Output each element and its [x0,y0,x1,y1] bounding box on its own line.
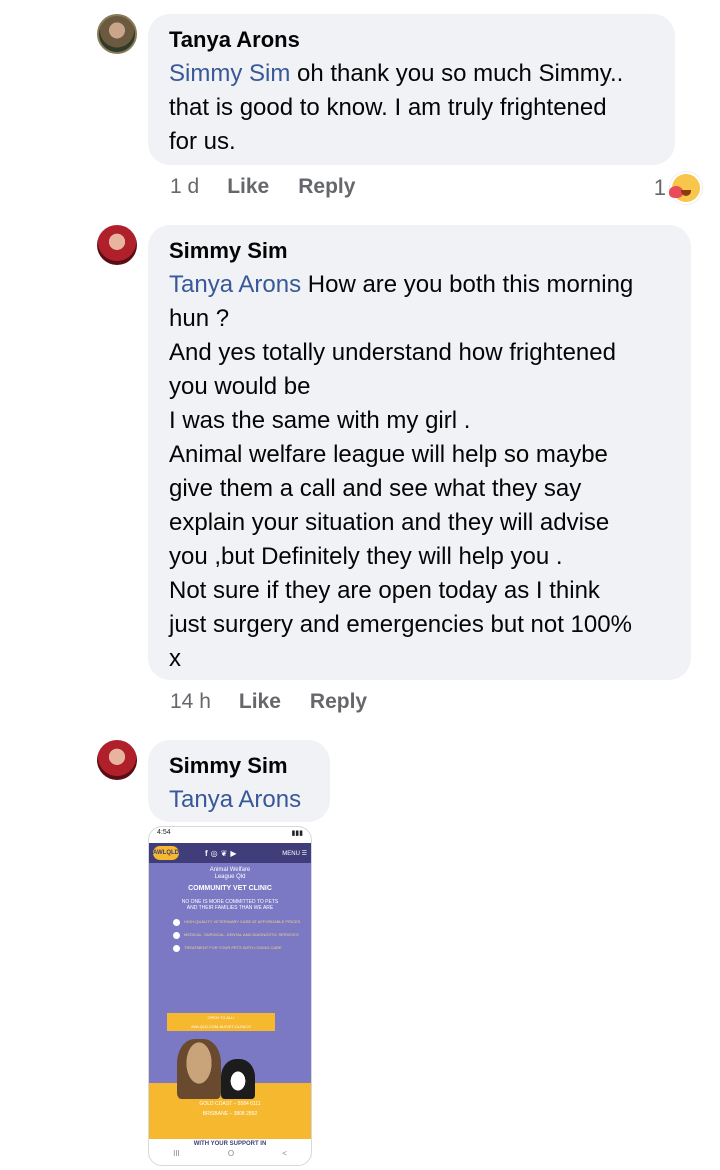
avatar[interactable] [97,740,137,780]
back-icon: < [282,1149,287,1158]
like-button[interactable]: Like [239,690,281,714]
comment-text: Simmy Sim oh thank you so much Simmy.. t… [169,60,624,155]
attached-image[interactable]: 4:54 ▮▮▮ AWLQLD f ◎ ❦ ▶ MENU ☰ Animal Welfa… [148,826,312,1166]
flyer-body: Animal Welfare League Qld COMMUNITY VET … [149,863,311,1099]
comment-timestamp[interactable]: 14 h [170,690,211,714]
dog-image [177,1039,221,1099]
instagram-icon: ◎ [210,848,218,858]
check-icon [173,945,180,952]
flyer-subtitle: NO ONE IS MORE COMMITTED TO PETS AND THE… [181,899,279,911]
recent-apps-icon: III [173,1149,180,1158]
contact-line: GOLD COAST – 5584 0111 [199,1101,261,1107]
service-list: HIGH-QUALITY VETERINARY CARE AT AFFORDAB… [173,919,311,952]
hamburger-icon: ☰ [301,850,307,857]
flyer-footer: WITH YOUR SUPPORT IN [193,1141,267,1147]
reaction-count: 1 [653,175,666,200]
youtube-icon: ▶ [230,848,237,858]
phone-nav-bar: III O < [149,1149,311,1158]
cat-image [221,1059,255,1099]
comment-text: Tanya Arons [169,783,310,817]
org-name: Animal Welfare League Qld [209,867,251,880]
mention-link[interactable]: Tanya Arons [169,786,301,813]
open-banner: OPEN TO ALL! AWLQLD.COM.AU/VET-CLINICS [167,1013,275,1031]
status-time: 4:54 [157,829,171,836]
list-item: MEDICAL, SURGICAL, DENTAL AND DIAGNOSTIC… [173,932,311,939]
site-header: AWLQLD f ◎ ❦ ▶ MENU ☰ [149,843,311,863]
comment-author[interactable]: Tanya Arons [169,26,655,54]
mention-link[interactable]: Tanya Arons [169,271,301,298]
list-item: TREATMENT FOR YOUR PETS WITH LOVING CARE [173,945,311,952]
comment-timestamp[interactable]: 1 d [170,175,199,199]
care-emoji-icon [669,172,702,204]
flyer-title: COMMUNITY VET CLINIC [188,885,272,892]
reply-button[interactable]: Reply [298,175,355,199]
contact-line: BRISBANE – 3808 2892 [202,1111,258,1117]
reply-button[interactable]: Reply [310,690,367,714]
list-item: HIGH-QUALITY VETERINARY CARE AT AFFORDAB… [173,919,311,926]
mention-link[interactable]: Simmy Sim [169,60,290,87]
comment-author[interactable]: Simmy Sim [169,237,671,265]
awl-logo: AWLQLD [153,846,179,860]
home-icon: O [227,1149,235,1158]
social-icons: f ◎ ❦ ▶ [205,849,237,858]
signal-icon: ▮▮▮ [291,830,303,837]
like-button[interactable]: Like [227,175,269,199]
comment-actions: 1 d Like Reply [170,175,384,199]
check-icon [173,919,180,926]
avatar[interactable] [97,14,137,54]
comment-author[interactable]: Simmy Sim [169,752,310,780]
check-icon [173,932,180,939]
facebook-icon: f [205,848,208,858]
comment-bubble: Simmy Sim Tanya Arons [148,740,330,822]
twitter-icon: ❦ [220,848,228,858]
comment-actions: 14 h Like Reply [170,690,396,714]
avatar[interactable] [97,225,137,265]
reaction-summary[interactable]: 1 [654,172,702,204]
menu-label: MENU ☰ [282,850,307,857]
phone-status-bar: 4:54 ▮▮▮ [149,827,311,843]
comment-bubble: Simmy Sim Tanya Arons How are you both t… [148,225,691,680]
comment-text: Tanya Arons How are you both this mornin… [169,271,634,672]
comment-bubble: Tanya Arons Simmy Sim oh thank you so mu… [148,14,675,165]
